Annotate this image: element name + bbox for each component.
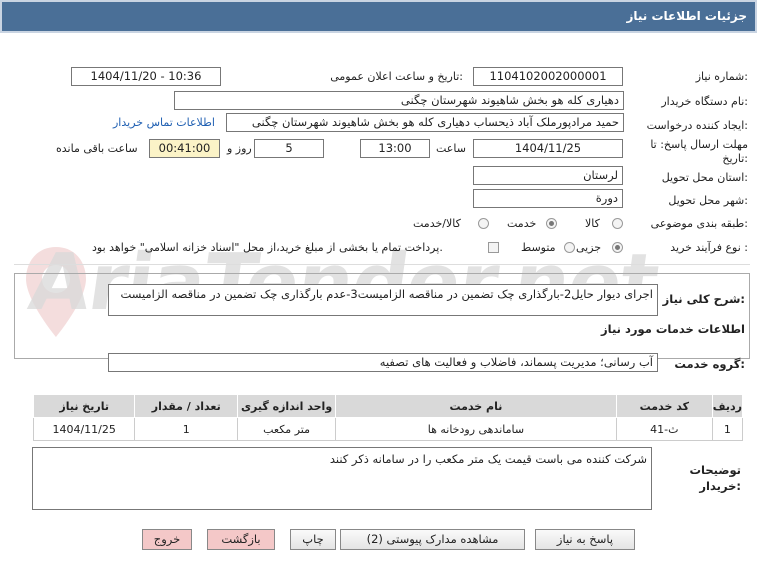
col-header-name: نام خدمت xyxy=(334,394,617,418)
print-button[interactable]: چاپ xyxy=(290,529,336,550)
table-row[interactable]: 1 ث-41 ساماندهی رودخانه ها متر مکعب 1 14… xyxy=(32,417,744,441)
deadline-time-field[interactable]: 13:00 xyxy=(360,139,430,158)
service-group-field[interactable]: آب رسانی؛ مدیریت پسماند، فاضلاب و فعالیت… xyxy=(108,353,658,372)
cell-name: ساماندهی رودخانه ها xyxy=(334,417,617,441)
deadline-label: مهلت ارسال پاسخ: تا تاریخ: xyxy=(650,138,748,165)
services-section-title: اطلاعات خدمات مورد نیاز xyxy=(601,322,745,336)
buyer-notes-field[interactable]: شرکت کننده می باست قیمت یک متر مکعب را د… xyxy=(32,447,652,510)
col-header-qty: تعداد / مقدار xyxy=(134,394,239,418)
need-number-label: شماره نیاز: xyxy=(695,70,748,83)
cell-date: 1404/11/25 xyxy=(32,417,136,441)
category-radio-service[interactable] xyxy=(546,218,557,229)
requester-label: ایجاد کننده درخواست: xyxy=(646,119,748,132)
buyer-org-field[interactable]: دهیاری کله هو بخش شاهیوند شهرستان چگنی xyxy=(174,91,624,110)
announce-datetime-label: تاریخ و ساعت اعلان عمومی: xyxy=(330,70,463,83)
divider xyxy=(14,264,750,265)
province-field[interactable]: لرستان xyxy=(473,166,623,185)
announce-datetime-field[interactable]: 1404/11/20 - 10:36 xyxy=(71,67,221,86)
city-label: شهر محل تحویل: xyxy=(668,194,748,207)
services-table: ردیف کد خدمت نام خدمت واحد اندازه گیری ت… xyxy=(32,394,744,441)
category-option-goods: کالا xyxy=(585,217,600,230)
attachments-button[interactable]: مشاهده مدارک پیوستی (2) xyxy=(340,529,525,550)
buyer-org-label: نام دستگاه خریدار: xyxy=(661,95,748,108)
province-label: استان محل تحویل: xyxy=(661,171,748,184)
category-label: طبقه بندی موضوعی: xyxy=(650,217,748,230)
exit-button[interactable]: خروج xyxy=(142,529,192,550)
buyer-contact-link[interactable]: اطلاعات تماس خریدار xyxy=(113,116,215,129)
process-radio-minor[interactable] xyxy=(612,242,623,253)
process-radio-medium[interactable] xyxy=(564,242,575,253)
treasury-payment-checkbox[interactable] xyxy=(488,242,499,253)
col-header-unit: واحد اندازه گیری xyxy=(237,394,336,418)
cell-qty: 1 xyxy=(134,417,239,441)
need-number-field[interactable]: 1104102002000001 xyxy=(473,67,623,86)
cell-row: 1 xyxy=(711,417,744,441)
description-field[interactable]: اجرای دیوار حایل2-بارگذاری چک تضمین در م… xyxy=(108,284,658,316)
cell-code: ث-41 xyxy=(615,417,713,441)
deadline-time-label: ساعت xyxy=(436,142,466,155)
back-button[interactable]: بازگشت xyxy=(207,529,275,550)
days-label: روز و xyxy=(227,142,252,155)
process-option-medium: متوسط xyxy=(521,241,556,254)
category-radio-goods-service[interactable] xyxy=(478,218,489,229)
category-option-service: خدمت xyxy=(507,217,537,230)
treasury-payment-note: پرداخت تمام یا بخشی از مبلغ خرید،از محل … xyxy=(92,241,443,254)
category-radio-goods[interactable] xyxy=(612,218,623,229)
requester-field[interactable]: حمید مرادپورملک آباد ذیحساب دهیاری کله ه… xyxy=(226,113,624,132)
process-option-minor: جزیی xyxy=(576,241,602,254)
city-field[interactable]: دورة xyxy=(473,189,623,208)
remaining-time-field: 00:41:00 xyxy=(149,139,220,158)
cell-unit: متر مکعب xyxy=(237,417,336,441)
process-type-label: نوع فرآیند خرید : xyxy=(670,241,748,254)
page-title: جزئیات اطلاعات نیاز xyxy=(626,9,747,23)
table-header-row: ردیف کد خدمت نام خدمت واحد اندازه گیری ت… xyxy=(32,394,744,418)
buyer-notes-label: توضیحات خریدار: xyxy=(689,463,742,493)
col-header-row: ردیف xyxy=(711,394,744,418)
remaining-time-label: ساعت باقی مانده xyxy=(56,142,138,155)
service-group-label: گروه خدمت: xyxy=(674,357,745,371)
reply-button[interactable]: پاسخ به نیاز xyxy=(535,529,635,550)
col-header-date: تاریخ نیاز xyxy=(32,394,136,418)
days-remaining-field[interactable]: 5 xyxy=(254,139,324,158)
description-label: شرح کلی نیاز: xyxy=(662,292,745,306)
deadline-date-field[interactable]: 1404/11/25 xyxy=(473,139,623,158)
col-header-code: کد خدمت xyxy=(615,394,713,418)
category-option-goods-service: کالا/خدمت xyxy=(413,217,461,230)
